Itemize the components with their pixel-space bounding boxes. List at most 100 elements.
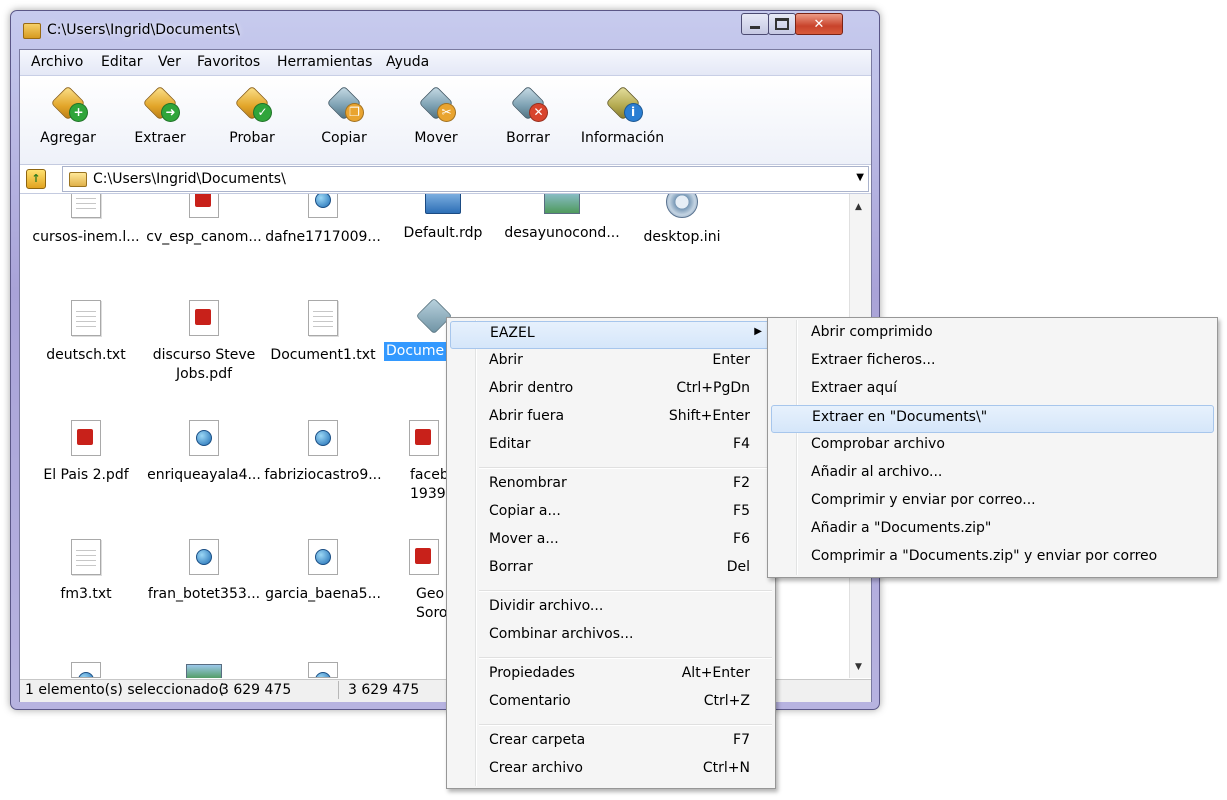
- file-name: Default.rdp: [403, 225, 483, 241]
- delete-button[interactable]: ✕ Borrar: [483, 84, 573, 146]
- file-item[interactable]: desktop.ini: [623, 194, 741, 247]
- file-item[interactable]: fm3.txt: [27, 539, 145, 604]
- menu-ver[interactable]: Ver: [158, 54, 181, 70]
- up-folder-button[interactable]: ↑: [26, 169, 46, 189]
- menu-item-eazel[interactable]: EAZEL ▶: [450, 321, 772, 349]
- menu-item-open-inside[interactable]: Abrir dentro Ctrl+PgDn: [450, 377, 772, 403]
- scroll-up-icon[interactable]: ▲: [855, 202, 862, 212]
- pdf-file-icon: [409, 420, 439, 456]
- menu-item-delete[interactable]: Borrar Del: [450, 556, 772, 582]
- minimize-button[interactable]: [741, 13, 769, 35]
- file-item[interactable]: fran_botet353...: [145, 539, 263, 604]
- menu-item-label: Comentario: [489, 693, 571, 709]
- menu-herramientas[interactable]: Herramientas: [277, 54, 372, 70]
- menu-item-copy-to[interactable]: Copiar a... F5: [450, 500, 772, 526]
- web-file-icon: [308, 662, 338, 678]
- file-name: desktop.ini: [643, 229, 721, 245]
- file-name: dafne1717009...: [265, 229, 381, 245]
- move-button[interactable]: ✂ Mover: [391, 84, 481, 146]
- submenu-item-add-to-archive[interactable]: Añadir al archivo...: [771, 461, 1214, 487]
- submenu-item-add-to-zip[interactable]: Añadir a "Documents.zip": [771, 517, 1214, 543]
- minimize-icon: [750, 26, 760, 29]
- move-icon: ✂: [418, 84, 456, 122]
- file-item[interactable]: desayunocond...: [503, 194, 621, 243]
- menu-item-label: Copiar a...: [489, 503, 561, 519]
- menu-separator: [479, 657, 772, 659]
- menu-item-shortcut: F6: [733, 531, 750, 547]
- menu-ayuda[interactable]: Ayuda: [386, 54, 429, 70]
- maximize-button[interactable]: [768, 13, 796, 35]
- file-item[interactable]: dafne1717009...: [264, 194, 382, 247]
- menu-item-label: Abrir fuera: [489, 408, 565, 424]
- menu-item-move-to[interactable]: Mover a... F6: [450, 528, 772, 554]
- menu-item-combine[interactable]: Combinar archivos...: [450, 623, 772, 649]
- menu-item-open-outside[interactable]: Abrir fuera Shift+Enter: [450, 405, 772, 431]
- dropdown-arrow-icon[interactable]: ▼: [856, 172, 864, 183]
- menu-item-open[interactable]: Abrir Enter: [450, 349, 772, 375]
- menu-item-shortcut: Ctrl+N: [702, 760, 750, 776]
- file-name: enriqueayala4...: [147, 467, 261, 483]
- menu-item-create-folder[interactable]: Crear carpeta F7: [450, 729, 772, 755]
- submenu-item-compress-email[interactable]: Comprimir y enviar por correo...: [771, 489, 1214, 515]
- menu-item-properties[interactable]: Propiedades Alt+Enter: [450, 662, 772, 688]
- menu-item-shortcut: F2: [733, 475, 750, 491]
- menu-item-rename[interactable]: Renombrar F2: [450, 472, 772, 498]
- file-item[interactable]: Default.rdp: [384, 194, 502, 243]
- menu-item-shortcut: Shift+Enter: [668, 408, 750, 424]
- file-item[interactable]: discurso Steve Jobs.pdf: [145, 300, 263, 384]
- menu-item-split[interactable]: Dividir archivo...: [450, 595, 772, 621]
- file-name: Document1.txt: [270, 347, 376, 363]
- settings-file-icon: [666, 194, 698, 218]
- submenu-item-extract-files[interactable]: Extraer ficheros...: [771, 349, 1214, 375]
- test-button[interactable]: ✓ Probar: [207, 84, 297, 146]
- menu-item-shortcut: Ctrl+Z: [703, 693, 750, 709]
- menu-item-edit[interactable]: Editar F4: [450, 433, 772, 459]
- menu-item-shortcut: F4: [733, 436, 750, 452]
- status-selection: 1 elemento(s) seleccionado(: [25, 682, 224, 698]
- submenu-item-label: Extraer en "Documents\": [812, 409, 988, 425]
- close-button[interactable]: ✕: [795, 13, 843, 35]
- file-item-partial[interactable]: [27, 662, 145, 678]
- file-item[interactable]: enriqueayala4...: [145, 420, 263, 485]
- file-item[interactable]: deutsch.txt: [27, 300, 145, 365]
- menu-editar[interactable]: Editar: [101, 54, 142, 70]
- menu-item-label: Dividir archivo...: [489, 598, 604, 614]
- folder-icon: [69, 172, 87, 187]
- menu-item-create-file[interactable]: Crear archivo Ctrl+N: [450, 757, 772, 783]
- pdf-file-icon: [189, 194, 219, 218]
- file-item[interactable]: cursos-inem.l...: [27, 194, 145, 247]
- menu-item-comment[interactable]: Comentario Ctrl+Z: [450, 690, 772, 716]
- file-item[interactable]: El Pais 2.pdf: [27, 420, 145, 485]
- maximize-icon: [775, 18, 789, 30]
- file-name: desayunocond...: [504, 225, 620, 241]
- file-item[interactable]: garcia_baena5...: [264, 539, 382, 604]
- web-file-icon: [308, 539, 338, 575]
- submenu-item-extract-here[interactable]: Extraer aquí: [771, 377, 1214, 403]
- close-icon: ✕: [813, 16, 825, 32]
- info-button[interactable]: i Información: [575, 84, 670, 146]
- file-name: cursos-inem.l...: [32, 229, 140, 245]
- submenu-item-open-archive[interactable]: Abrir comprimido: [771, 321, 1214, 347]
- add-button[interactable]: + Agregar: [23, 84, 113, 146]
- scroll-down-icon[interactable]: ▼: [855, 662, 862, 672]
- extract-button[interactable]: ➜ Extraer: [115, 84, 205, 146]
- file-item[interactable]: cv_esp_canom...: [145, 194, 263, 247]
- file-item[interactable]: fabriziocastro9...: [264, 420, 382, 485]
- submenu-item-label: Abrir comprimido: [811, 324, 933, 340]
- file-item-partial[interactable]: [145, 664, 263, 678]
- submenu-item-compress-zip-email[interactable]: Comprimir a "Documents.zip" y enviar por…: [771, 545, 1214, 571]
- file-item[interactable]: Document1.txt: [264, 300, 382, 365]
- submenu-item-test-archive[interactable]: Comprobar archivo: [771, 433, 1214, 459]
- title-bar[interactable]: C:\Users\Ingrid\Documents\ ✕: [11, 11, 879, 49]
- menu-archivo[interactable]: Archivo: [31, 54, 83, 70]
- copy-button[interactable]: ❐ Copiar: [299, 84, 389, 146]
- copy-label: Copiar: [321, 130, 367, 146]
- menu-favoritos[interactable]: Favoritos: [197, 54, 260, 70]
- file-item-partial[interactable]: [264, 662, 382, 678]
- image-file-icon: [186, 664, 222, 678]
- address-field[interactable]: C:\Users\Ingrid\Documents\ ▼: [62, 166, 869, 192]
- menu-item-label: Abrir dentro: [489, 380, 574, 396]
- submenu-item-label: Comprimir a "Documents.zip" y enviar por…: [811, 548, 1158, 564]
- submenu-item-extract-to-folder[interactable]: Extraer en "Documents\": [771, 405, 1214, 433]
- test-icon: ✓: [234, 84, 272, 122]
